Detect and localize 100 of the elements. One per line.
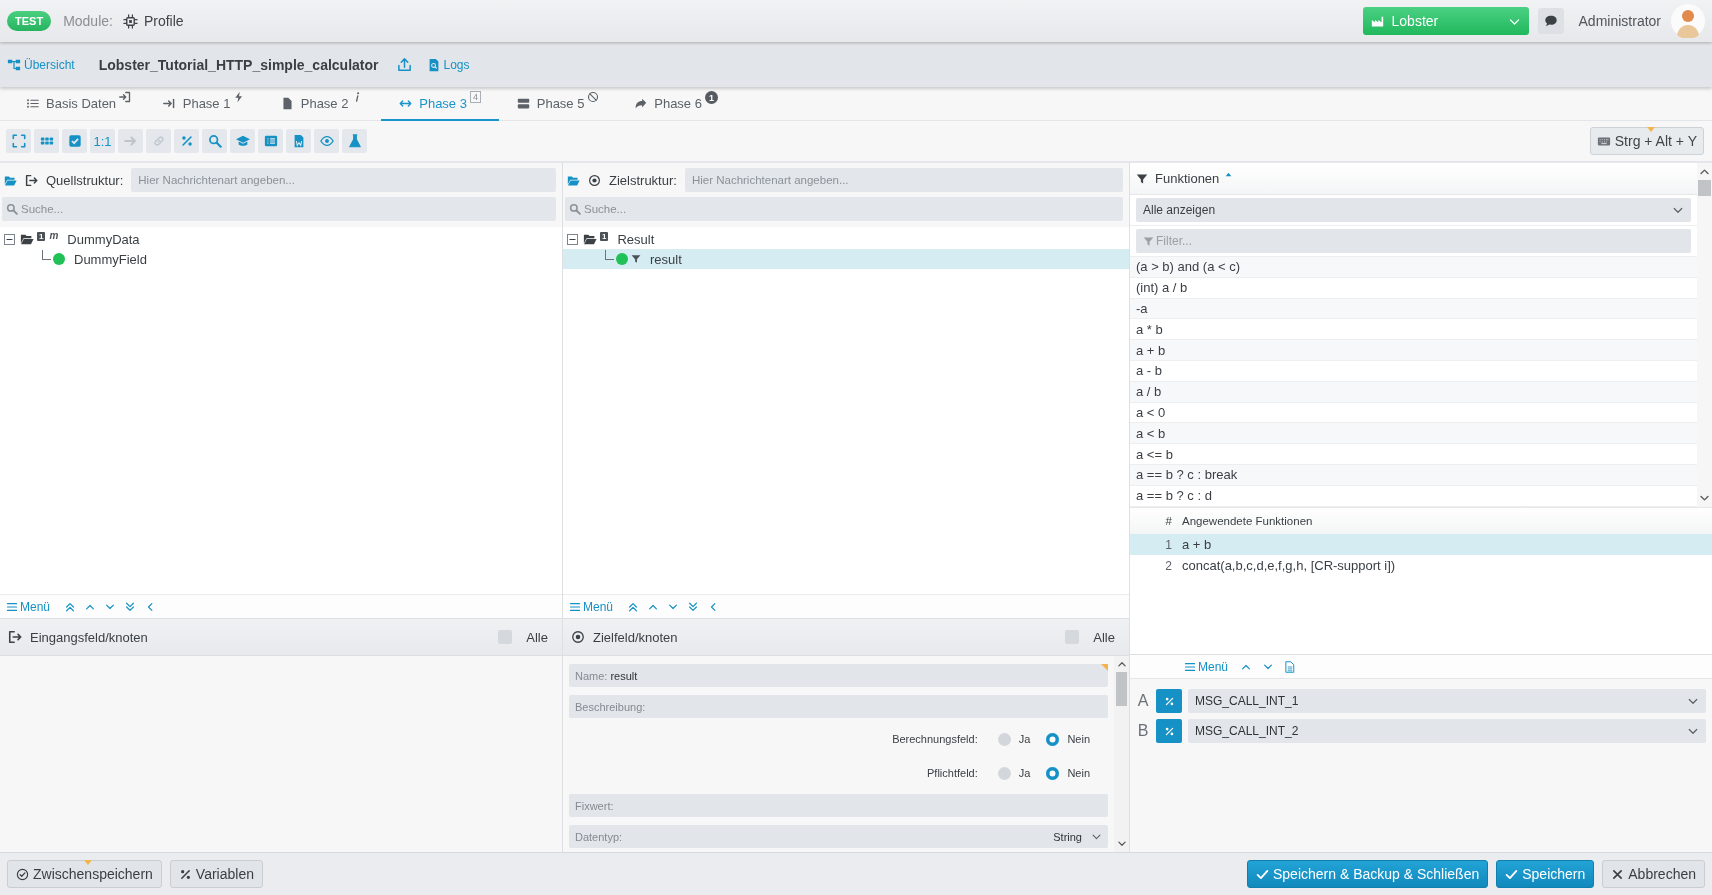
action-button[interactable]: Variablen xyxy=(169,860,263,888)
chevron-up-icon[interactable] xyxy=(1116,659,1127,669)
option-label[interactable]: Ja xyxy=(1018,733,1031,745)
phase-tab[interactable]: Phase 6 1 xyxy=(617,87,736,121)
chevron-up-icon[interactable] xyxy=(1699,166,1710,177)
variable-button[interactable] xyxy=(1156,719,1182,743)
category-dropdown[interactable]: Alle anzeigen xyxy=(1136,198,1691,222)
eye-icon xyxy=(319,134,334,148)
document-button[interactable] xyxy=(1284,660,1297,673)
option-label[interactable]: Nein xyxy=(1067,767,1090,779)
argument-letter: A xyxy=(1136,692,1150,710)
tree-item[interactable]: result xyxy=(563,249,1129,269)
phase-tab[interactable]: Phase 5 xyxy=(499,87,618,121)
checkbox[interactable] xyxy=(498,630,513,644)
radio-button[interactable] xyxy=(1046,766,1060,780)
arrow-to-line-icon xyxy=(162,96,176,110)
document-icon xyxy=(1284,660,1297,673)
list-icon xyxy=(263,134,278,148)
collapse-icon[interactable] xyxy=(567,233,578,245)
user-name[interactable]: Administrator xyxy=(1578,13,1661,29)
count-badge: 1 xyxy=(600,232,609,241)
action-button[interactable]: Abbrechen xyxy=(1602,860,1705,888)
check-icon xyxy=(1256,867,1269,881)
field-dot-icon xyxy=(53,253,65,265)
tree-item[interactable]: 1 Result xyxy=(563,229,1129,249)
toolbar-button[interactable] xyxy=(342,129,367,153)
scrollbar[interactable] xyxy=(1697,163,1712,507)
table-cell-text: 1 xyxy=(1164,537,1173,552)
structure-label: Zielstruktur: xyxy=(609,172,677,188)
module-label: Module: xyxy=(63,13,113,29)
table-cell: a + b xyxy=(1182,537,1212,552)
table-row[interactable]: 1 a + b xyxy=(1130,534,1712,555)
tree-item[interactable]: DummyField xyxy=(0,249,562,269)
exit-icon xyxy=(8,630,22,644)
column-header: Angewendete Funktionen xyxy=(1182,515,1313,527)
phase-tab[interactable]: Basis Daten xyxy=(12,87,146,121)
collapse-icon[interactable] xyxy=(4,233,15,245)
factory-icon xyxy=(1370,14,1384,28)
toolbar-button[interactable] xyxy=(34,129,59,153)
function-item[interactable]: a < b xyxy=(1130,423,1697,445)
function-item[interactable]: a == b ? c : d xyxy=(1130,485,1697,507)
radio-button[interactable] xyxy=(997,766,1011,780)
chevron-down-icon[interactable] xyxy=(1699,493,1710,504)
upload-button[interactable] xyxy=(396,57,412,72)
scroll-thumb[interactable] xyxy=(1698,180,1711,196)
field-label: Berechnungsfeld: xyxy=(892,733,978,745)
toolbar-button[interactable] xyxy=(174,129,199,153)
toolbar-button[interactable] xyxy=(230,129,255,153)
move-button[interactable] xyxy=(124,600,137,613)
tree-item[interactable]: 1 m DummyData xyxy=(0,229,562,249)
text-field[interactable]: Name: result xyxy=(569,664,1108,687)
scrollbar[interactable] xyxy=(1114,656,1129,852)
double-chevron-down-icon xyxy=(124,600,137,613)
toolbar-button[interactable] xyxy=(258,129,283,153)
radio-button[interactable] xyxy=(997,732,1011,746)
checkbox-label: Alle xyxy=(526,629,548,645)
argument-dropdown[interactable]: MSG_CALL_INT_1 xyxy=(1188,689,1706,713)
toolbar-button[interactable] xyxy=(202,129,227,153)
toolbar-button[interactable] xyxy=(62,129,87,153)
shortcut-button[interactable]: Strg + Alt + Y xyxy=(1589,127,1704,155)
caret-up-icon xyxy=(1224,170,1234,179)
function-item[interactable]: a + b xyxy=(1130,340,1697,361)
menu-button[interactable]: Menü xyxy=(569,599,614,614)
option-label[interactable]: Nein xyxy=(1067,733,1090,745)
function-item[interactable]: (int) a / b xyxy=(1130,277,1697,299)
menu-button[interactable]: Menü xyxy=(1184,659,1229,674)
select-field[interactable]: Datentyp: String xyxy=(569,825,1108,848)
function-item[interactable]: a - b xyxy=(1130,361,1697,382)
upload-icon xyxy=(396,57,412,72)
function-item[interactable]: a == b ? c : break xyxy=(1130,464,1697,486)
exit-icon xyxy=(25,173,38,187)
move-button[interactable] xyxy=(687,600,700,613)
avatar[interactable] xyxy=(1671,4,1705,38)
chat-button[interactable] xyxy=(1537,8,1564,34)
radio-button[interactable] xyxy=(1046,732,1060,746)
action-button[interactable]: Zwischenspeichern xyxy=(7,860,162,888)
speech-bubble-icon xyxy=(1543,14,1558,28)
argument-dropdown[interactable]: MSG_CALL_INT_2 xyxy=(1188,719,1706,743)
toolbar-button[interactable] xyxy=(286,129,311,153)
function-item[interactable]: a / b xyxy=(1130,381,1697,403)
move-button[interactable] xyxy=(627,600,640,613)
function-item[interactable]: (a > b) and (a < c) xyxy=(1130,257,1697,278)
double-chevron-up-icon xyxy=(627,600,640,613)
move-button[interactable] xyxy=(64,600,77,613)
section-title: Eingangsfeld/knoten xyxy=(30,629,149,645)
folder-icon xyxy=(567,173,580,187)
scroll-thumb[interactable] xyxy=(1116,672,1127,706)
toolbar-button[interactable] xyxy=(6,129,31,153)
table-row[interactable]: 2 concat(a,b,c,d,e,f,g,h, [CR-support i]) xyxy=(1130,555,1712,576)
phase-tab[interactable]: Phase 2 xyxy=(263,87,382,121)
checkbox[interactable] xyxy=(1065,630,1080,644)
function-item[interactable]: a <= b xyxy=(1130,444,1697,465)
toolbar-button[interactable] xyxy=(314,129,339,153)
menu-button[interactable]: Menü xyxy=(6,599,51,614)
phase-tab[interactable]: Phase 1 xyxy=(145,87,264,121)
option-label[interactable]: Ja xyxy=(1018,767,1031,779)
folder-icon xyxy=(19,232,35,246)
function-item[interactable]: -a xyxy=(1130,298,1697,320)
chevron-down-icon[interactable] xyxy=(1116,839,1127,849)
variable-button[interactable] xyxy=(1156,689,1182,713)
